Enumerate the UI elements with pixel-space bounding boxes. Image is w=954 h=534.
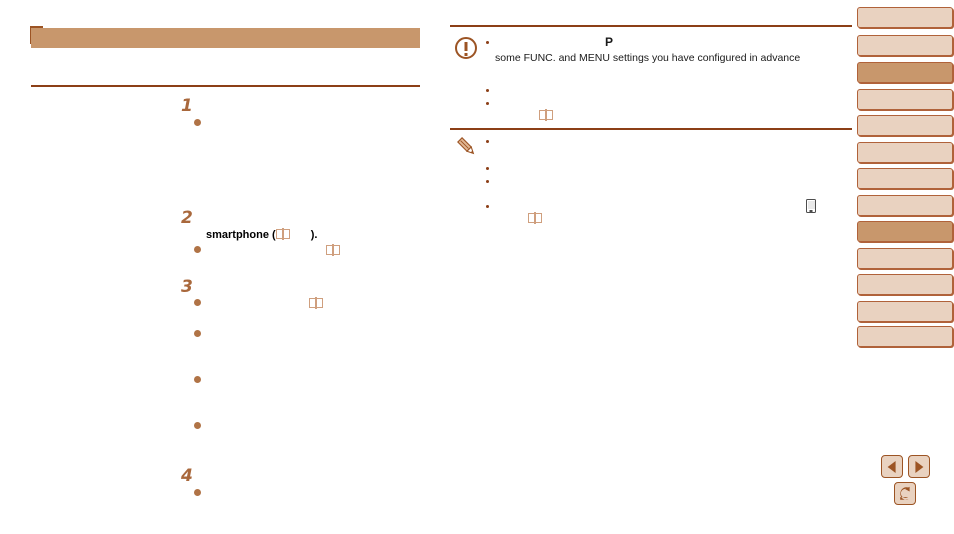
book-icon — [308, 297, 323, 309]
step-4-number: 4 — [181, 466, 193, 486]
step-3-bullet-1-marker — [194, 299, 201, 306]
triangle-left-icon — [887, 460, 896, 473]
chapter-tab-1[interactable] — [857, 7, 953, 28]
book-icon — [325, 244, 340, 256]
return-arrow-icon — [897, 486, 913, 501]
chapter-tab-3[interactable] — [857, 62, 953, 83]
pencil-note-icon — [455, 135, 479, 159]
chapter-tab-10[interactable] — [857, 248, 953, 269]
chapter-tab-13[interactable] — [857, 326, 953, 347]
exclamation-circle-icon — [455, 37, 477, 59]
return-home-button[interactable] — [894, 482, 916, 505]
note-bullet-3-marker — [486, 180, 489, 183]
chapter-tab-4[interactable] — [857, 89, 953, 110]
caution-bullet-3-marker — [486, 102, 489, 105]
right-content-column: P some FUNC. and MENU settings you have … — [450, 0, 852, 534]
caution-bullet-2-marker — [486, 89, 489, 92]
step-2-heading-text: smartphone ( — [206, 229, 276, 241]
step-4-bullet-1-marker — [194, 489, 201, 496]
left-column-divider — [31, 85, 420, 87]
triangle-right-icon — [915, 460, 924, 473]
chapter-tab-7[interactable] — [857, 168, 953, 189]
caution-bullet-1-marker — [486, 41, 489, 44]
book-icon — [527, 212, 542, 224]
book-icon — [276, 228, 291, 240]
previous-page-button[interactable] — [881, 455, 903, 478]
step-2-heading: smartphone (). — [206, 228, 317, 243]
caution-bullet-1-emphasis: P — [605, 35, 614, 49]
chapter-tab-6[interactable] — [857, 142, 953, 163]
step-2-number: 2 — [181, 208, 193, 228]
chapter-tab-9[interactable] — [857, 221, 953, 242]
note-bullet-4-marker — [486, 205, 489, 208]
book-icon — [538, 109, 553, 121]
chapter-tab-2[interactable] — [857, 35, 953, 56]
step-3-bullet-4-marker — [194, 422, 201, 429]
step-3-bullet-2-marker — [194, 330, 201, 337]
left-content-column: 1 2 smartphone (). 3 4 — [0, 0, 440, 534]
manual-page: 1 2 smartphone (). 3 4 P some FUNC. and … — [0, 0, 954, 534]
step-2-heading-suffix: ). — [310, 229, 318, 241]
smartphone-icon — [806, 199, 816, 213]
step-1-number: 1 — [181, 96, 193, 116]
step-2-bullet-1-marker — [194, 246, 201, 253]
note-bullet-1-marker — [486, 140, 489, 143]
note-bullet-2-marker — [486, 167, 489, 170]
chapter-tab-strip — [857, 0, 954, 534]
page-navigation — [878, 455, 954, 515]
step-1-bullet-1-marker — [194, 119, 201, 126]
caution-section-top-divider — [450, 25, 852, 27]
caution-bullet-1-text: some FUNC. and MENU settings you have co… — [495, 52, 801, 64]
chapter-tab-11[interactable] — [857, 274, 953, 295]
next-page-button[interactable] — [908, 455, 930, 478]
chapter-tab-12[interactable] — [857, 301, 953, 322]
section-heading-bar — [31, 28, 420, 48]
chapter-tab-8[interactable] — [857, 195, 953, 216]
note-section-top-divider — [450, 128, 852, 130]
step-3-number: 3 — [181, 277, 193, 297]
step-3-bullet-3-marker — [194, 376, 201, 383]
chapter-tab-5[interactable] — [857, 115, 953, 136]
